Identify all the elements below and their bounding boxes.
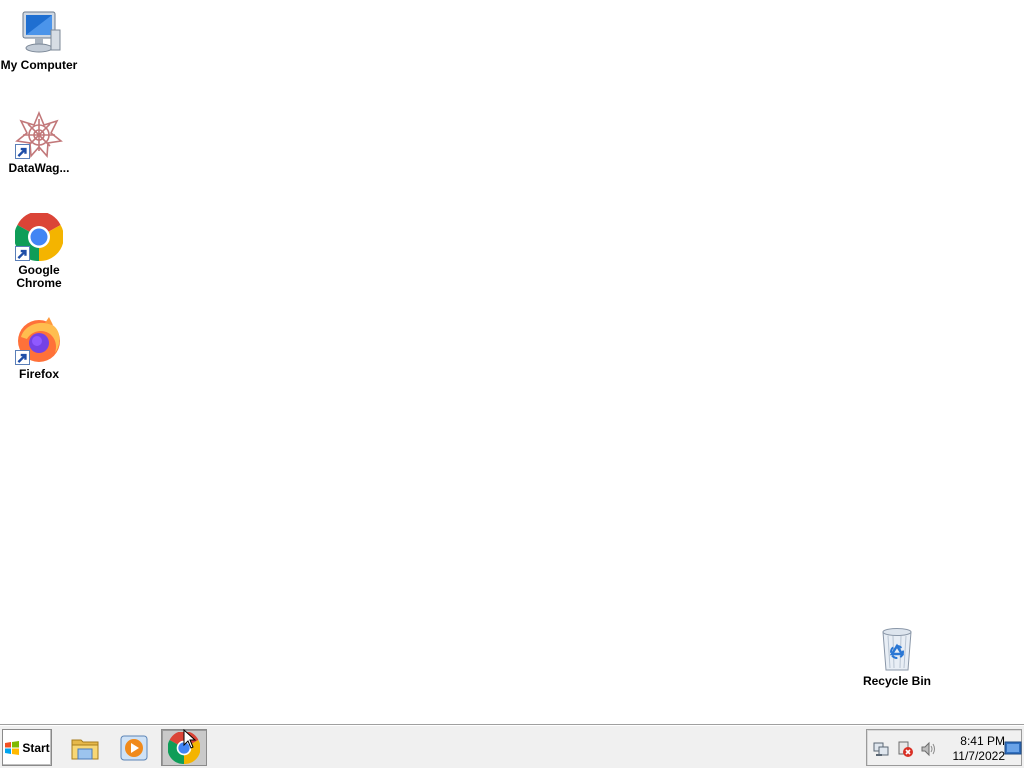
shortcut-arrow-icon [15,350,30,365]
shortcut-arrow-icon [15,246,30,261]
datawag-icon [15,111,63,159]
desktop-icon-google-chrome[interactable]: Google Chrome [0,213,78,290]
taskbar-media-player[interactable] [111,729,157,766]
recycle-bin-icon [873,624,921,672]
taskbar-file-explorer[interactable] [62,729,108,766]
start-label: Start [22,740,50,755]
file-explorer-icon [71,739,99,759]
desktop-icon-label: My Computer [0,58,78,72]
chrome-icon [15,213,63,261]
desktop-icon-recycle-bin[interactable]: Recycle Bin [858,624,936,688]
desktop-icon-label: DataWag... [8,161,70,175]
clock-date: 11/7/2022 [952,749,1006,763]
action-center-icon[interactable] [896,740,914,758]
start-button[interactable]: Start [2,729,52,766]
network-icon[interactable] [872,740,890,758]
desktop-icon-datawag[interactable]: DataWag... [0,111,78,175]
desktop-icon-firefox[interactable]: Firefox [0,317,78,381]
firefox-icon [15,317,63,365]
desktop-icon-label: Firefox [18,367,59,381]
clock[interactable]: 8:41 PM 11/7/2022 [945,734,1006,764]
taskbar: Start 8:41 PM 11/7/2022 [0,724,1024,768]
clock-time: 8:41 PM [960,734,1005,748]
volume-icon[interactable] [920,740,938,758]
desktop-icon-my-computer[interactable]: My Computer [0,8,78,72]
desktop: My Computer DataWag... Google Chrome Fir… [0,0,1024,724]
shortcut-arrow-icon [15,144,30,159]
my-computer-icon [15,8,63,56]
media-player-icon [120,735,148,760]
windows-logo-icon [5,740,20,755]
show-desktop-icon[interactable] [1004,739,1022,757]
mouse-cursor-icon [183,729,197,749]
system-tray: 8:41 PM 11/7/2022 [866,729,1022,766]
desktop-icon-label: Recycle Bin [862,674,932,688]
desktop-icon-label: Google Chrome [16,263,62,290]
